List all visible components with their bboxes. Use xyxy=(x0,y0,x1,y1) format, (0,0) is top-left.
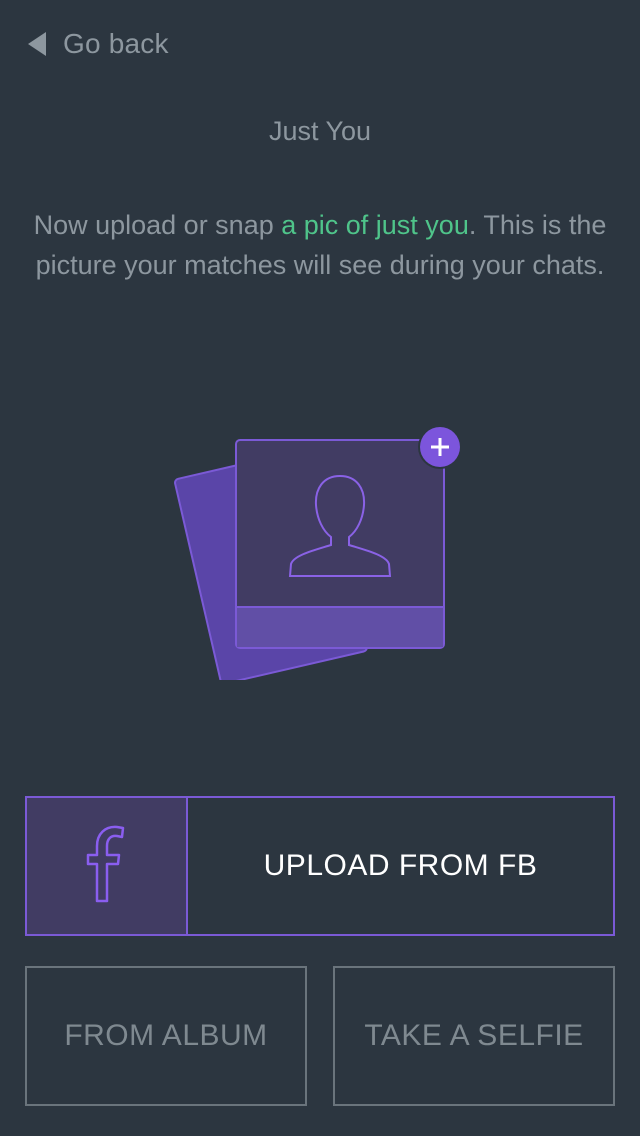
photo-upload-illustration[interactable] xyxy=(170,410,470,680)
take-selfie-button[interactable]: TAKE A SELFIE xyxy=(333,966,615,1106)
instructions-text-start: Now upload or snap xyxy=(33,210,282,240)
instructions-text: Now upload or snap a pic of just you. Th… xyxy=(20,205,620,285)
upload-from-fb-button[interactable]: UPLOAD FROM FB xyxy=(25,796,615,936)
upload-from-fb-label: UPLOAD FROM FB xyxy=(263,849,538,882)
add-photo-plus-icon xyxy=(418,425,462,469)
go-back-button[interactable]: Go back xyxy=(28,24,169,64)
instructions-highlight: a pic of just you xyxy=(281,210,469,240)
go-back-label: Go back xyxy=(63,28,169,59)
back-arrow-icon xyxy=(28,32,46,56)
facebook-icon xyxy=(86,825,124,903)
page-title: Just You xyxy=(268,116,372,146)
fb-icon-container xyxy=(27,798,188,934)
from-album-button[interactable]: FROM ALBUM xyxy=(25,966,307,1106)
front-photo-card xyxy=(235,439,445,649)
